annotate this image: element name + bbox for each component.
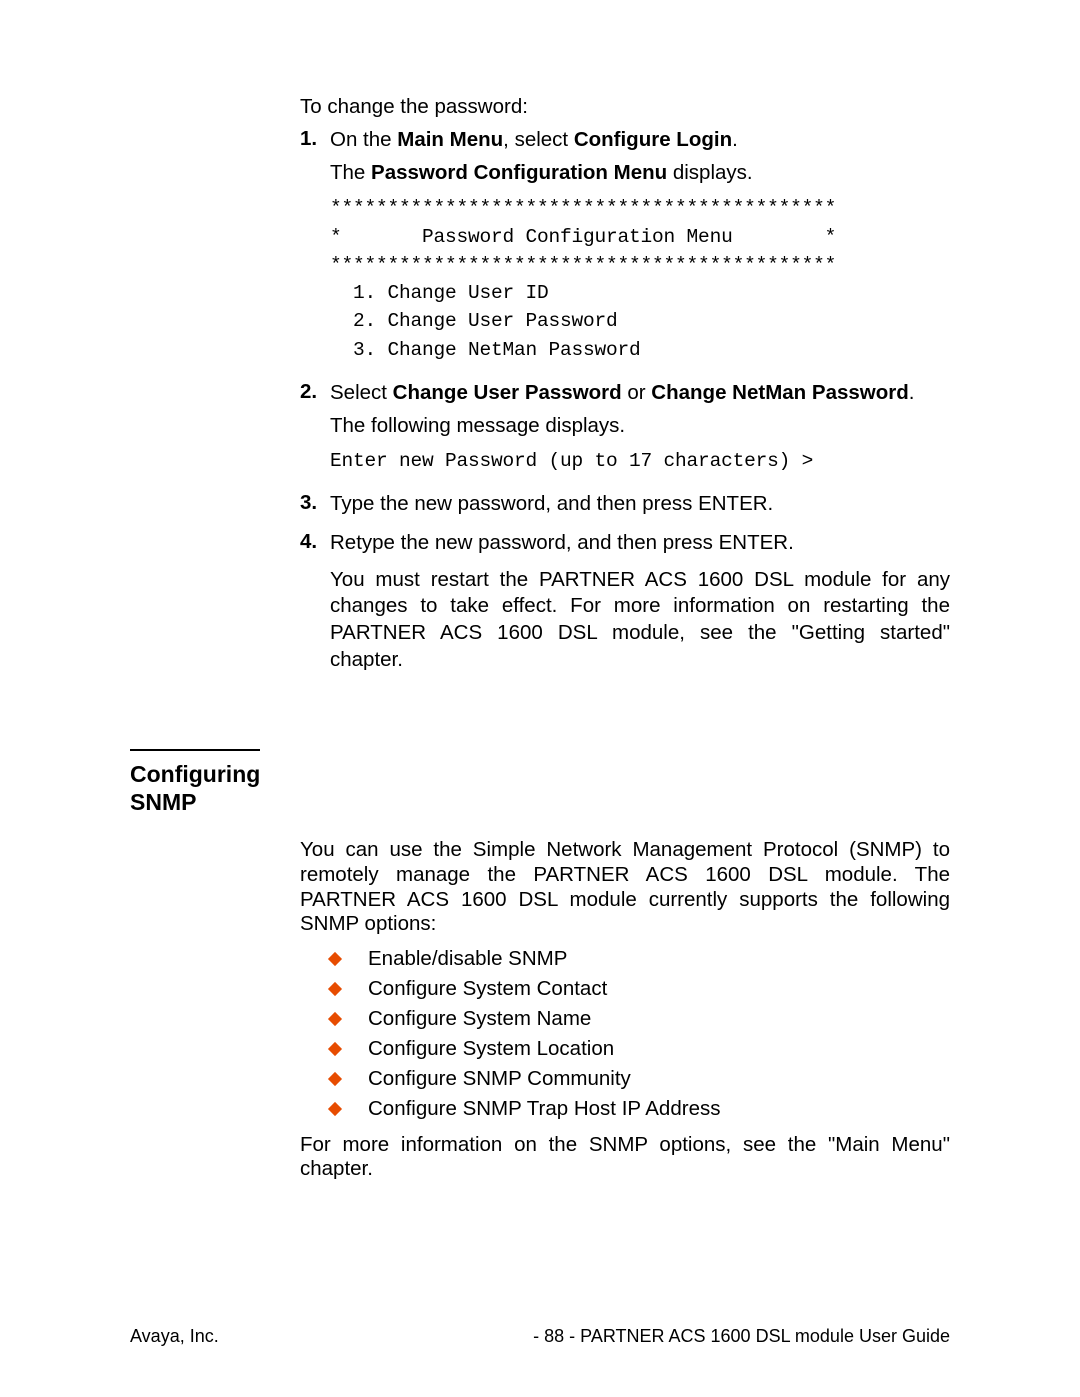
step-2-line2: The following message displays.: [330, 413, 950, 440]
list-item: Configure SNMP Community: [330, 1067, 950, 1091]
terminal-prompt: Enter new Password (up to 17 characters)…: [330, 447, 950, 475]
intro-text: To change the password:: [300, 95, 950, 119]
step-body: Type the new password, and then press EN…: [330, 491, 950, 524]
diamond-icon: [328, 1102, 342, 1116]
footer-company: Avaya, Inc.: [130, 1326, 219, 1347]
page-footer: Avaya, Inc. - 88 - PARTNER ACS 1600 DSL …: [130, 1326, 950, 1347]
diamond-icon: [328, 1042, 342, 1056]
list-item: Configure SNMP Trap Host IP Address: [330, 1097, 950, 1121]
list-item: Configure System Location: [330, 1037, 950, 1061]
step-body: On the Main Menu, select Configure Login…: [330, 127, 950, 374]
footer-page-info: - 88 - PARTNER ACS 1600 DSL module User …: [533, 1326, 950, 1347]
snmp-options-list: Enable/disable SNMP Configure System Con…: [330, 947, 950, 1121]
section-header-rule: Configuring SNMP: [130, 749, 260, 816]
step-3-text: Type the new password, and then press EN…: [330, 491, 950, 518]
step-number: 4.: [300, 530, 330, 679]
diamond-icon: [328, 1072, 342, 1086]
step-2-line1: Select Change User Password or Change Ne…: [330, 380, 950, 407]
diamond-icon: [328, 952, 342, 966]
section-title: Configuring SNMP: [130, 761, 260, 816]
step-4-note: You must restart the PARTNER ACS 1600 DS…: [330, 567, 950, 674]
section-para-1: You can use the Simple Network Managemen…: [300, 838, 950, 936]
step-number: 1.: [300, 127, 330, 374]
list-item: Enable/disable SNMP: [330, 947, 950, 971]
list-item: Configure System Contact: [330, 977, 950, 1001]
diamond-icon: [328, 1012, 342, 1026]
step-body: Retype the new password, and then press …: [330, 530, 950, 679]
step-2: 2. Select Change User Password or Change…: [300, 380, 950, 486]
step-body: Select Change User Password or Change Ne…: [330, 380, 950, 486]
step-4-text: Retype the new password, and then press …: [330, 530, 950, 557]
step-number: 2.: [300, 380, 330, 486]
list-item: Configure System Name: [330, 1007, 950, 1031]
step-3: 3. Type the new password, and then press…: [300, 491, 950, 524]
step-1: 1. On the Main Menu, select Configure Lo…: [300, 127, 950, 374]
step-1-line2: The Password Configuration Menu displays…: [330, 160, 950, 187]
diamond-icon: [328, 982, 342, 996]
section-para-2: For more information on the SNMP options…: [300, 1133, 950, 1182]
step-1-line1: On the Main Menu, select Configure Login…: [330, 127, 950, 154]
steps-list: 1. On the Main Menu, select Configure Lo…: [300, 127, 950, 679]
terminal-menu: ****************************************…: [330, 194, 950, 364]
document-page: To change the password: 1. On the Main M…: [0, 0, 1080, 1182]
section-body: You can use the Simple Network Managemen…: [300, 838, 950, 1182]
step-4: 4. Retype the new password, and then pre…: [300, 530, 950, 679]
step-number: 3.: [300, 491, 330, 524]
